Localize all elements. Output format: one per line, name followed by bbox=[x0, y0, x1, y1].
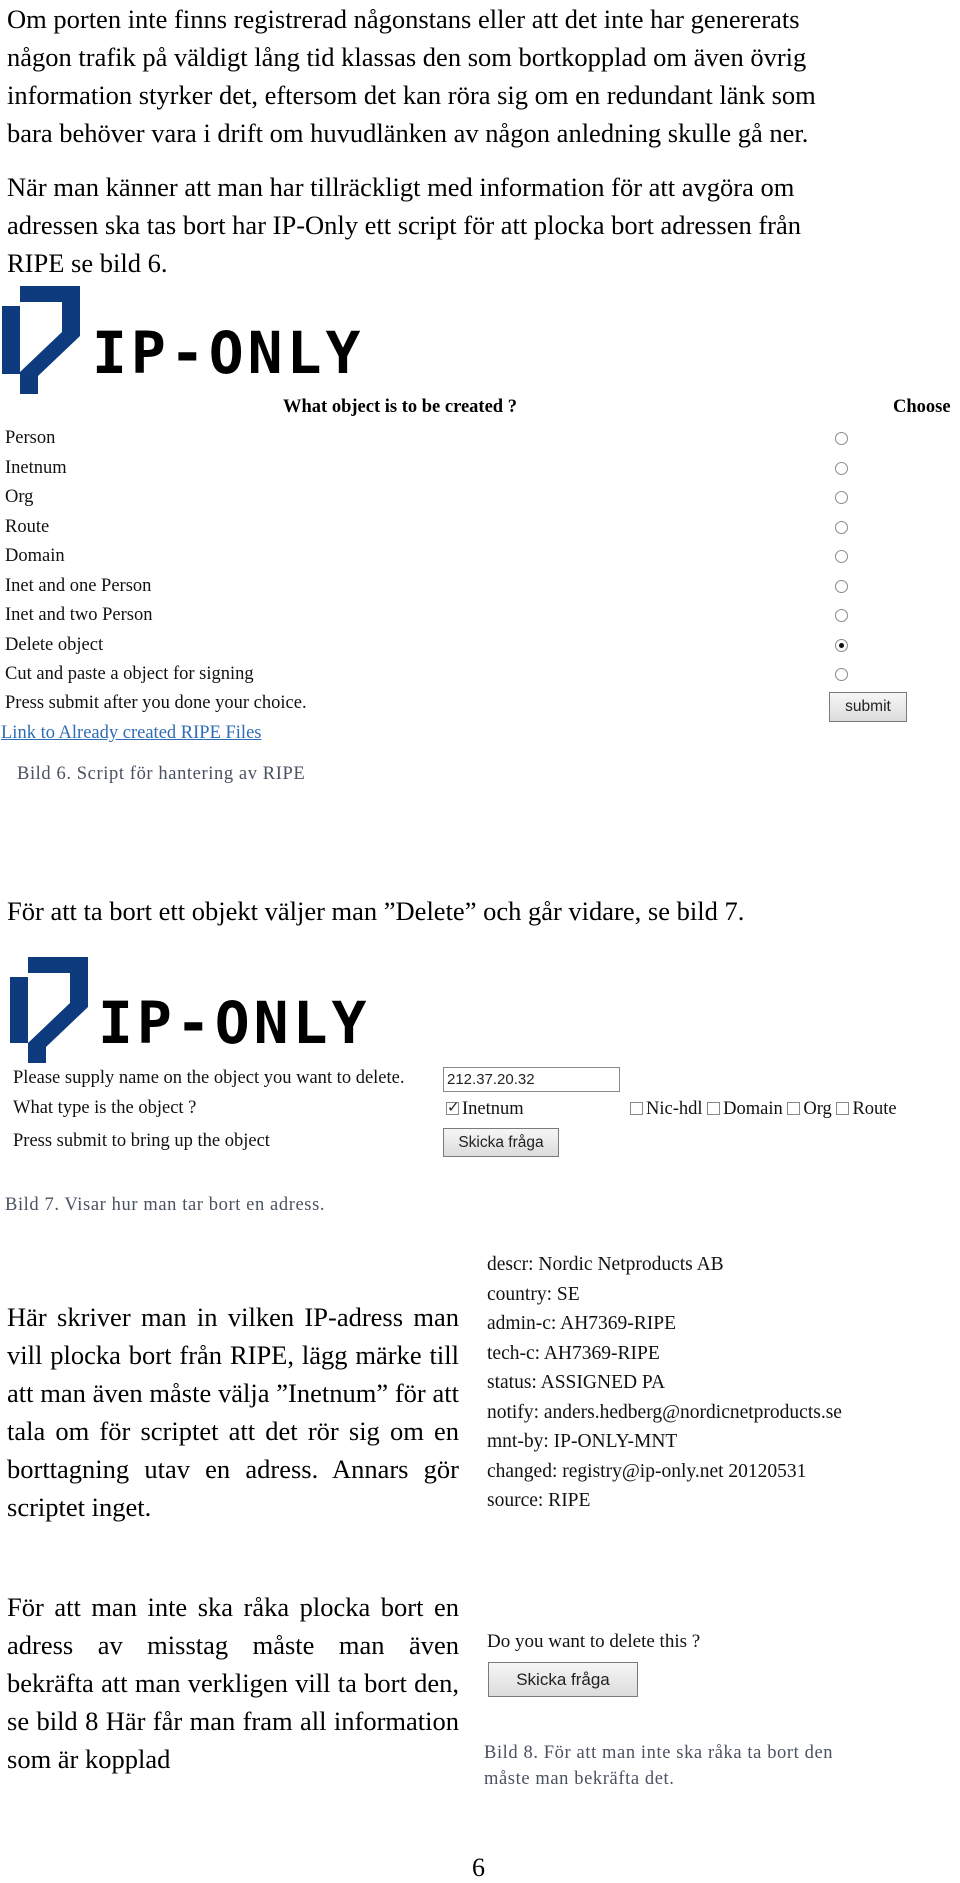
confirm-prompt: Do you want to delete this ? bbox=[487, 1631, 701, 1652]
ripe-record-line: descr: Nordic Netproducts AB bbox=[487, 1254, 724, 1275]
ripe-record-line: status: ASSIGNED PA bbox=[487, 1372, 666, 1393]
figure-7-caption: Bild 7. Visar hur man tar bort en adress… bbox=[5, 1195, 326, 1215]
text-line: någon trafik på väldigt lång tid klassas… bbox=[7, 42, 807, 72]
ip-only-logo-graphic: IP-ONLY bbox=[10, 957, 370, 1063]
option-label: Inetnum bbox=[5, 457, 67, 478]
option-radio[interactable] bbox=[835, 520, 848, 534]
route-checkbox[interactable] bbox=[836, 1102, 850, 1115]
option-radio[interactable] bbox=[835, 668, 848, 681]
name-prompt: Please supply name on the object you wan… bbox=[13, 1068, 405, 1088]
ripe-record-line: changed: registry@ip-only.net 20120531 bbox=[487, 1460, 807, 1482]
page-number: 6 bbox=[472, 1853, 485, 1882]
option-label: Delete object bbox=[5, 634, 104, 655]
ripe-record-line: admin-c: AH7369-RIPE bbox=[487, 1313, 677, 1334]
type-label: Route bbox=[852, 1099, 897, 1119]
option-radio[interactable] bbox=[835, 461, 848, 475]
ripe-record-line: source: RIPE bbox=[487, 1490, 591, 1511]
type-label: Org bbox=[803, 1099, 832, 1119]
text-line: adressen ska tas bort har IP-Only ett sc… bbox=[7, 210, 802, 240]
ripe-record-line: notify: anders.hedberg@nordicnetproducts… bbox=[487, 1401, 842, 1423]
type-prompt: What type is the object ? bbox=[13, 1098, 197, 1118]
object-name-input[interactable] bbox=[443, 1067, 620, 1092]
intro-paragraph-2: När man känner att man har tillräckligt … bbox=[7, 168, 953, 282]
logo-text: IP-ONLY bbox=[92, 319, 364, 387]
type-option-nic-hdl[interactable]: Nic-hdl bbox=[630, 1099, 703, 1119]
figure-8-caption: Bild 8. För att man inte ska råka ta bor… bbox=[484, 1740, 833, 1792]
option-radio[interactable] bbox=[835, 609, 848, 622]
option-label: Inet and one Person bbox=[5, 575, 152, 596]
ip-only-logo: IP-ONLY bbox=[0, 284, 440, 396]
option-radio[interactable] bbox=[835, 432, 848, 445]
option-label: Org bbox=[5, 487, 34, 507]
option-label: Inet and two Person bbox=[5, 605, 153, 625]
caption-line: Bild 8. För att man inte ska råka ta bor… bbox=[484, 1743, 834, 1763]
ip-only-logo-graphic: IP-ONLY bbox=[2, 286, 364, 394]
type-option-inetnum[interactable]: Inetnum bbox=[446, 1098, 524, 1120]
figure-6-caption: Bild 6. Script för hantering av RIPE bbox=[17, 764, 306, 784]
ripe-record-line: tech-c: AH7369-RIPE bbox=[487, 1342, 660, 1364]
nic-hdl-checkbox[interactable] bbox=[630, 1102, 643, 1115]
text-line: information styrker det, eftersom det ka… bbox=[7, 80, 816, 110]
text-line: RIPE se bild 6. bbox=[7, 248, 168, 278]
logo-text: IP-ONLY bbox=[98, 989, 370, 1057]
type-label: Nic-hdl bbox=[646, 1099, 703, 1119]
skicka-fraga-button[interactable]: Skicka fråga bbox=[443, 1128, 559, 1157]
option-radio[interactable] bbox=[835, 550, 848, 563]
type-label: Domain bbox=[723, 1099, 783, 1119]
delete-intro-paragraph: För att ta bort ett objekt väljer man ”D… bbox=[7, 896, 745, 926]
org-checkbox[interactable] bbox=[787, 1102, 801, 1115]
ip-only-logo-2: IP-ONLY bbox=[8, 955, 448, 1067]
inetnum-checkbox[interactable] bbox=[446, 1098, 460, 1116]
option-label: Route bbox=[5, 516, 50, 537]
option-label: Person bbox=[5, 428, 56, 448]
submit-prompt: Press submit to bring up the object bbox=[13, 1131, 270, 1151]
type-option-org[interactable]: Org bbox=[787, 1099, 832, 1119]
option-label: Domain bbox=[5, 546, 65, 566]
caption-line: måste man bekräfta det. bbox=[484, 1769, 675, 1789]
option-radio[interactable] bbox=[835, 638, 848, 652]
type-option-route[interactable]: Route bbox=[836, 1099, 897, 1119]
text-line: Om porten inte finns registrerad någonst… bbox=[7, 4, 800, 34]
option-radio[interactable] bbox=[835, 579, 848, 593]
intro-paragraph-1: Om porten inte finns registrerad någonst… bbox=[7, 0, 953, 152]
text-line: När man känner att man har tillräckligt … bbox=[7, 172, 795, 202]
submit-button[interactable]: submit bbox=[829, 692, 907, 722]
submit-instruction: Press submit after you done your choice. bbox=[5, 693, 307, 713]
domain-checkbox[interactable] bbox=[707, 1102, 721, 1115]
left-column-paragraph-1: Här skriver man in vilken IP-adress man … bbox=[7, 1302, 459, 1522]
choose-heading: Choose bbox=[893, 397, 951, 417]
option-radio[interactable] bbox=[835, 491, 848, 504]
ripe-record: descr: Nordic Netproducts AB country: SE a… bbox=[487, 1250, 842, 1516]
logo-mark-icon bbox=[2, 286, 80, 394]
option-label: Cut and paste a object for signing bbox=[5, 664, 254, 684]
text-line: bara behöver vara i drift om huvudlänken… bbox=[7, 118, 809, 148]
left-column-paragraph-2: För att man inte ska råka plocka bort en… bbox=[7, 1592, 459, 1774]
confirm-skicka-fraga-button[interactable]: Skicka fråga bbox=[488, 1662, 638, 1697]
ripe-files-link[interactable]: Link to Already created RIPE Files bbox=[1, 723, 261, 744]
logo-mark-icon bbox=[10, 957, 88, 1063]
object-heading: What object is to be created ? bbox=[283, 397, 517, 417]
ripe-record-line: mnt-by: IP-ONLY-MNT bbox=[487, 1431, 678, 1452]
ripe-record-line: country: SE bbox=[487, 1283, 580, 1305]
type-label: Inetnum bbox=[462, 1099, 524, 1119]
type-options-other: Nic-hdl Domain Org Route bbox=[630, 1099, 897, 1120]
type-option-domain[interactable]: Domain bbox=[707, 1099, 783, 1119]
